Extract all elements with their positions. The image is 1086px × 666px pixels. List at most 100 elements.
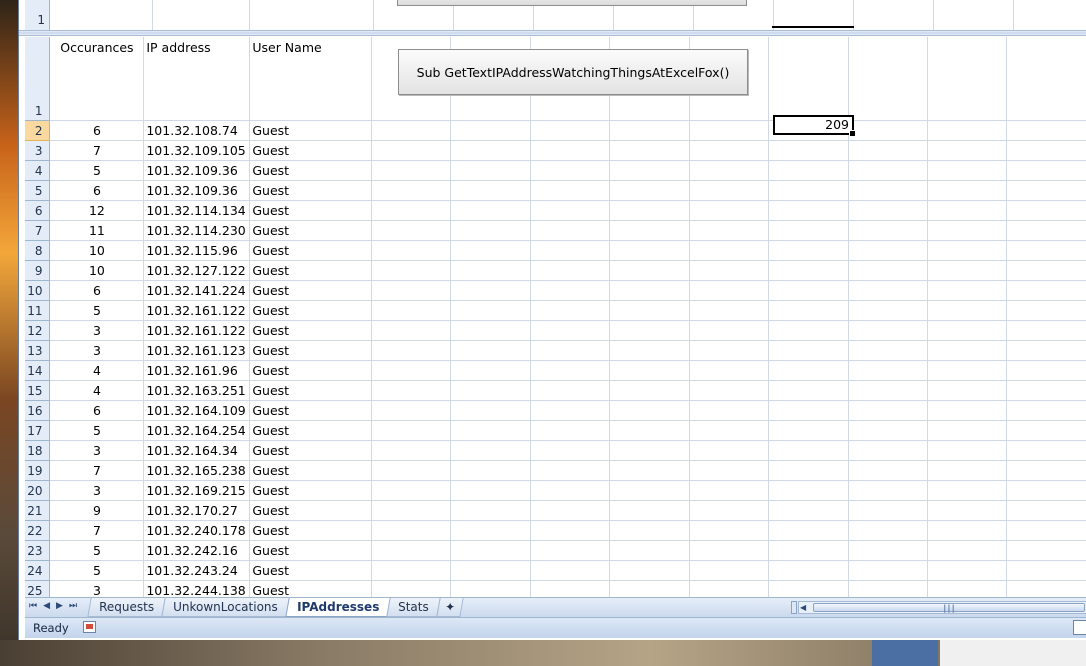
cell-occurrences[interactable]: 5 [49, 560, 145, 581]
cell[interactable] [450, 200, 531, 221]
cell-user-name[interactable]: Guest [249, 420, 372, 441]
worksheet-grid[interactable]: 1 Occurances IP address User Name 2 6 101.… [25, 37, 1086, 597]
prev-sheet-icon[interactable]: ◀ [43, 601, 50, 611]
cell[interactable] [530, 420, 611, 441]
cell-user-name[interactable]: Guest [249, 580, 372, 597]
cell[interactable] [530, 560, 611, 581]
cell[interactable] [530, 260, 611, 281]
cell[interactable] [371, 340, 452, 361]
cell-ip-address[interactable]: 101.32.165.238 [143, 460, 251, 481]
cell[interactable] [609, 400, 690, 421]
cell-occurrences[interactable]: 6 [49, 120, 145, 141]
cell[interactable] [530, 160, 611, 181]
cell[interactable] [689, 260, 770, 281]
cell[interactable] [609, 120, 690, 141]
cell-occurrences[interactable]: 3 [49, 320, 145, 341]
cell[interactable] [450, 180, 531, 201]
cell[interactable] [530, 400, 611, 421]
cell[interactable] [689, 120, 770, 141]
cell-ip-address[interactable]: 101.32.115.96 [143, 240, 251, 261]
row-header[interactable]: 23 [25, 540, 51, 561]
cell-occurrences[interactable]: 3 [49, 580, 145, 597]
cell[interactable] [450, 240, 531, 261]
cell-user-name[interactable]: Guest [249, 320, 372, 341]
cell[interactable] [927, 380, 1008, 401]
cell[interactable] [689, 180, 770, 201]
scroll-left-icon[interactable]: ◀ [800, 602, 806, 613]
cell[interactable] [768, 180, 849, 201]
header-user-name[interactable]: User Name [249, 37, 372, 121]
cell[interactable] [689, 420, 770, 441]
cell-ip-address[interactable]: 101.32.109.36 [143, 180, 251, 201]
cell[interactable] [609, 580, 690, 597]
cell[interactable] [848, 480, 929, 501]
header-ip-address[interactable]: IP address [143, 37, 251, 121]
cell[interactable] [848, 240, 929, 261]
cell[interactable] [1006, 540, 1086, 561]
row-header[interactable]: 1 [25, 37, 51, 121]
cell[interactable] [768, 300, 849, 321]
cell[interactable] [768, 160, 849, 181]
macro-button-partial[interactable] [397, 0, 747, 6]
cell[interactable] [609, 300, 690, 321]
cell[interactable] [689, 460, 770, 481]
cell-user-name[interactable]: Guest [249, 140, 372, 161]
cell[interactable] [530, 380, 611, 401]
cell[interactable] [371, 380, 452, 401]
row-header[interactable]: 11 [25, 300, 51, 321]
cell-ip-address[interactable]: 101.32.163.251 [143, 380, 251, 401]
cell[interactable] [371, 400, 452, 421]
cell[interactable] [1006, 500, 1086, 521]
cell[interactable] [848, 360, 929, 381]
cell[interactable] [689, 300, 770, 321]
cell[interactable] [768, 280, 849, 301]
selected-cell[interactable]: 209 [773, 115, 856, 137]
cell[interactable] [1006, 220, 1086, 241]
cell[interactable] [1006, 380, 1086, 401]
cell[interactable] [371, 240, 452, 261]
row-header[interactable]: 18 [25, 440, 51, 461]
cell-user-name[interactable]: Guest [249, 480, 372, 501]
cell-ip-address[interactable]: 101.32.169.215 [143, 480, 251, 501]
cell-user-name[interactable]: Guest [249, 400, 372, 421]
cell[interactable] [609, 160, 690, 181]
cell[interactable] [927, 340, 1008, 361]
cell-occurrences[interactable]: 5 [49, 540, 145, 561]
cell[interactable] [1006, 320, 1086, 341]
cell[interactable] [371, 120, 452, 141]
cell[interactable] [689, 560, 770, 581]
cell[interactable] [1006, 200, 1086, 221]
row-header[interactable]: 1 [25, 0, 50, 30]
cell[interactable] [450, 220, 531, 241]
cell[interactable] [848, 120, 929, 141]
cell[interactable] [848, 160, 929, 181]
macro-record-icon[interactable] [83, 621, 96, 633]
cell[interactable] [689, 220, 770, 241]
cell[interactable] [927, 420, 1008, 441]
cell[interactable] [848, 220, 929, 241]
taskbar-item[interactable] [940, 640, 1086, 666]
cell[interactable] [609, 540, 690, 561]
cell[interactable] [371, 560, 452, 581]
cell[interactable] [927, 260, 1008, 281]
cell-ip-address[interactable]: 101.32.108.74 [143, 120, 251, 141]
cell[interactable] [1006, 440, 1086, 461]
cell[interactable] [768, 420, 849, 441]
row-header[interactable]: 15 [25, 380, 51, 401]
cell-ip-address[interactable]: 101.32.240.178 [143, 520, 251, 541]
cell[interactable] [1006, 360, 1086, 381]
cell[interactable] [768, 200, 849, 221]
cell[interactable] [450, 300, 531, 321]
cell-user-name[interactable]: Guest [249, 160, 372, 181]
cell[interactable] [1006, 140, 1086, 161]
cell[interactable] [609, 560, 690, 581]
cell[interactable] [530, 200, 611, 221]
cell[interactable] [371, 320, 452, 341]
cell[interactable] [927, 120, 1008, 141]
cell-user-name[interactable]: Guest [249, 240, 372, 261]
cell[interactable] [689, 440, 770, 461]
cell[interactable] [689, 500, 770, 521]
cell[interactable] [768, 560, 849, 581]
cell-ip-address[interactable]: 101.32.243.24 [143, 560, 251, 581]
cell[interactable] [768, 260, 849, 281]
